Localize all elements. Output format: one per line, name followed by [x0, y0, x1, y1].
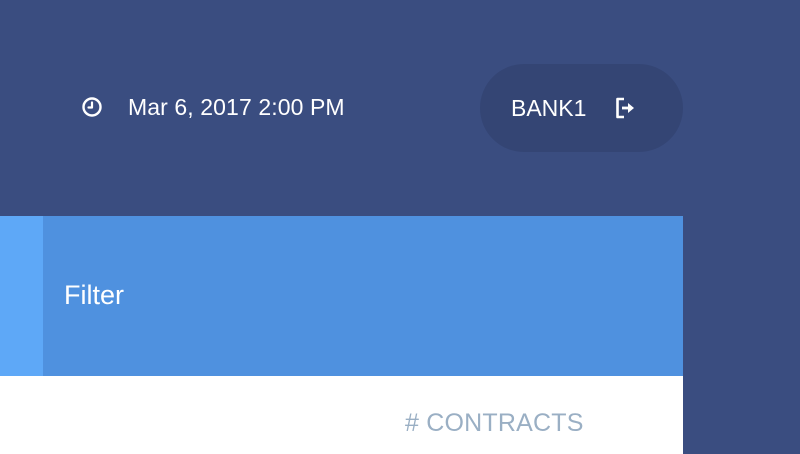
current-datetime: Mar 6, 2017 2:00 PM [80, 92, 345, 122]
filter-panel-accent [0, 216, 43, 376]
app-root: Mar 6, 2017 2:00 PM BANK1 Filter # CONTR… [0, 0, 800, 454]
user-name: BANK1 [511, 94, 587, 121]
filter-panel: Filter [0, 216, 683, 376]
user-account-button[interactable]: BANK1 [480, 64, 683, 152]
clock-icon [80, 95, 104, 119]
datetime-text: Mar 6, 2017 2:00 PM [128, 93, 345, 120]
column-header-contracts[interactable]: # CONTRACTS [405, 409, 584, 438]
filter-title: Filter [64, 280, 124, 310]
logout-icon[interactable] [612, 95, 638, 121]
contracts-table: # CONTRACTS [0, 376, 683, 454]
